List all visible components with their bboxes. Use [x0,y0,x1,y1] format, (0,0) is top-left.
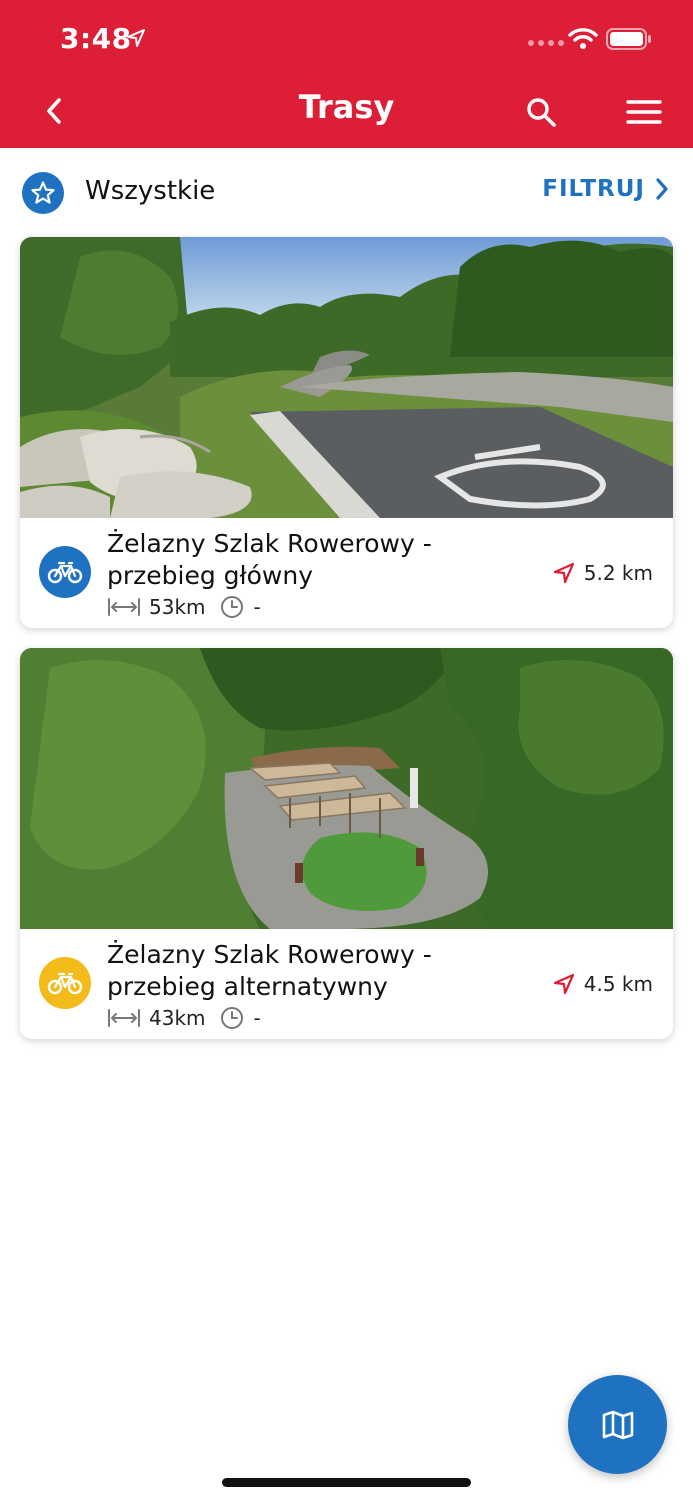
route-photo [20,648,673,929]
status-time: 3:48 [60,22,132,55]
bicycle-icon [39,546,91,598]
routes-screen: 3:48 Trasy Wszystkie FILTRUJ Żelazny Szl… [0,0,693,1500]
app-header: 3:48 Trasy [0,0,693,148]
map-icon [602,1410,633,1439]
star-icon[interactable] [22,172,64,214]
battery-icon [606,28,651,50]
wifi-icon [568,28,598,49]
chevron-left-icon [47,98,61,124]
route-photo [20,237,673,518]
map-button[interactable] [568,1375,667,1474]
navigation-arrow-icon [553,562,574,584]
route-title: Żelazny Szlak Rowerowy - przebieg altern… [107,940,432,1001]
bicycle-icon [39,957,91,1009]
route-meta: 43km - [107,1005,261,1031]
filter-button[interactable]: FILTRUJ [542,176,669,202]
clock-icon [220,596,243,618]
route-meta: 53km - [107,594,261,620]
search-icon [527,98,556,127]
route-length: 53km [149,595,206,619]
page-title: Trasy [298,88,395,126]
route-distance: 5.2 km [552,561,653,585]
route-title: Żelazny Szlak Rowerowy - przebieg główny [107,529,432,590]
search-button[interactable] [520,92,562,132]
hamburger-menu-icon [626,100,662,124]
route-card-body: Żelazny Szlak Rowerowy - przebieg główny… [20,518,673,628]
length-icon [108,598,140,616]
home-indicator[interactable] [222,1478,471,1487]
category-label[interactable]: Wszystkie [85,176,215,206]
menu-button[interactable] [622,94,666,130]
clock-icon [220,1007,243,1029]
location-arrow-icon [127,29,145,47]
filter-button-label: FILTRUJ [542,176,645,202]
route-card-body: Żelazny Szlak Rowerowy - przebieg altern… [20,929,673,1039]
navigation-arrow-icon [553,973,574,995]
cellular-signal-icon [528,40,564,46]
back-button[interactable] [36,92,72,130]
length-icon [108,1009,140,1027]
route-length: 43km [149,1006,206,1030]
route-duration: - [253,595,261,619]
route-card[interactable]: Żelazny Szlak Rowerowy - przebieg główny… [20,237,673,628]
route-card[interactable]: Żelazny Szlak Rowerowy - przebieg altern… [20,648,673,1039]
route-distance: 4.5 km [552,972,653,996]
filter-bar: Wszystkie FILTRUJ [0,148,693,236]
route-duration: - [253,1006,261,1030]
chevron-right-icon [656,178,668,200]
